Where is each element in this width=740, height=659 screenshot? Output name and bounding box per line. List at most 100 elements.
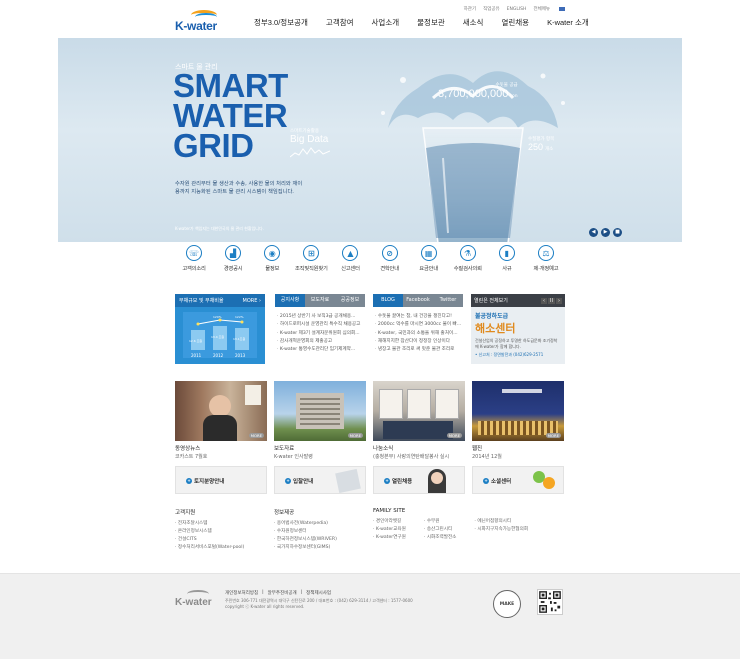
fair-subcontract-banner[interactable]: 열린은 전체보기 ‹ II › 불공정하도급 해소센터 건설산업의 공정하고 투…	[471, 294, 565, 364]
tab-twitter[interactable]: Twitter	[433, 294, 463, 307]
link-item[interactable]: 송산그린시티	[424, 526, 457, 534]
tab-press[interactable]: 보도자료	[305, 294, 335, 307]
quick-item-report-center[interactable]: ▲ 신고센터	[331, 244, 369, 276]
list-item[interactable]: 2000cc 먹수를 마시면 3000cc 물이 빠...	[375, 321, 461, 329]
utility-link[interactable]: 하관기	[464, 6, 476, 12]
list-item[interactable]: K-water 제3기 설계자문위원회 심의회...	[277, 330, 363, 338]
quick-item-org-search[interactable]: ⊞ 조직및직원찾기	[292, 244, 330, 276]
hero-banner[interactable]: 스마트 물 관리 SMART WATER GRID 수자원 관리부터 물 생산과…	[58, 38, 682, 242]
nav-item-waterinfo[interactable]: 물정보관	[408, 17, 454, 28]
notice-tabs: 공지사항 보도자료 공공정보	[275, 294, 365, 307]
certification-seal[interactable]: MAKE	[493, 590, 521, 618]
more-button[interactable]: MORE	[248, 433, 264, 438]
privacy-link[interactable]: 개인정보처리방침	[225, 590, 258, 596]
tab-notice[interactable]: 공지사항	[275, 294, 305, 307]
list-item[interactable]: 감사개혁운영회의 제출공고	[277, 338, 363, 346]
link-item[interactable]: 한국하천정보시스템(WRIVER)	[274, 536, 337, 544]
list-item[interactable]: 하이드로퍼시설 운영관리 특수직 채용공고	[277, 321, 363, 329]
bid-info-banner[interactable]: + 입찰안내	[274, 466, 366, 494]
banner-label: + 소셜센터	[483, 477, 511, 485]
prev-slide-button[interactable]: ◀	[589, 228, 598, 237]
list-item[interactable]: 재해지지한 잠산다이 정정장 인상이다	[375, 338, 461, 346]
quick-item-tour[interactable]: ⊘ 견학안내	[371, 244, 409, 276]
link-item[interactable]: K-water연구원	[373, 534, 406, 542]
link-item[interactable]: 전자조달시스템	[175, 520, 244, 528]
hero-footnote: K-water가 책임지는 대한민국의 물 관리 현황입니다.	[175, 226, 264, 231]
link-item[interactable]: 수자원정보센터	[274, 528, 337, 536]
utility-link[interactable]: 전체메뉴	[533, 6, 550, 12]
photo-card-webzine[interactable]: MORE 웹진 2014년 12월	[472, 381, 564, 460]
banner-row: + 토지분양안내 + 입찰안내 + 열린채용 + 소셜센터	[175, 466, 565, 494]
list-item[interactable]: 2015년 상반기 사 보직3급 공개채용...	[277, 313, 363, 321]
utility-link[interactable]: 직업공유	[483, 6, 500, 12]
debt-more-link[interactable]: MORE ›	[243, 298, 261, 304]
banner-pause-button[interactable]: II	[548, 297, 555, 304]
banner-next-button[interactable]: ›	[556, 297, 562, 304]
quick-item-customer-voice[interactable]: ☏ 고객의소리	[175, 244, 213, 276]
kwater-logo[interactable]: K-water	[175, 10, 235, 33]
social-center-banner[interactable]: + 소셜센터	[472, 466, 564, 494]
banner-header-title[interactable]: 열린은 전체보기	[474, 297, 508, 304]
nav-item-recruit[interactable]: 열린채용	[492, 17, 538, 28]
link-item[interactable]: 에닌어점향의시티	[474, 518, 528, 526]
link-item[interactable]: 경인아라뱃길	[373, 518, 406, 526]
quick-item-fees[interactable]: ▦ 요금안내	[410, 244, 448, 276]
qr-code-icon[interactable]	[537, 589, 563, 615]
bar-label: 13.1조원	[233, 336, 245, 341]
copyright-text: copyright ⓒ K-water all rights reserved.	[225, 604, 305, 609]
link-item[interactable]: 수무원	[424, 518, 457, 526]
separator: |	[300, 590, 303, 595]
link-item[interactable]: 건설CITS	[175, 536, 244, 544]
quick-item-management[interactable]: ▟ 경영공시	[214, 244, 252, 276]
list-item[interactable]: K-water, 국민과의 소통을 위해 출처이...	[375, 330, 461, 338]
land-sale-banner[interactable]: + 토지분양안내	[175, 466, 267, 494]
list-item[interactable]: K-water 통영수도관리단 임기제계약...	[277, 346, 363, 354]
banner-prev-button[interactable]: ‹	[541, 297, 548, 304]
flag-icon[interactable]	[559, 7, 565, 11]
stop-slide-button[interactable]: ■	[613, 228, 622, 237]
family-col: 에닌어점향의시티 시화지구지속가능한협의회	[474, 518, 528, 542]
footer-logo[interactable]: K-water	[175, 590, 225, 610]
tab-blog[interactable]: BLOG	[373, 294, 403, 307]
quick-item-revision-notice[interactable]: ⚖ 제·개정예고	[527, 244, 565, 276]
photo-category: 나눔소식	[373, 446, 394, 452]
debt-panel[interactable]: 부채규모 및 부채비율 MORE › 2011 2012 2013 12.6 조…	[175, 294, 265, 364]
open-recruit-banner[interactable]: + 열린채용	[373, 466, 465, 494]
link-item[interactable]: 온라인정보시스템	[175, 528, 244, 536]
more-button[interactable]: MORE	[446, 433, 462, 438]
photo-title: (충청본부) 사랑의연탄배달봉사 실시	[373, 454, 450, 460]
plus-icon: +	[186, 478, 192, 484]
photo-card-press[interactable]: MORE 보도자료 K-water 인사발령	[274, 381, 366, 460]
link-item[interactable]: 시화조력발전소	[424, 534, 457, 542]
nav-item-news[interactable]: 새소식	[454, 17, 493, 28]
more-button[interactable]: MORE	[347, 433, 363, 438]
expense-link[interactable]: 알무추진비공개	[268, 590, 297, 596]
nav-item-business[interactable]: 사업소개	[363, 17, 409, 28]
nav-item-customer[interactable]: 고객참여	[317, 17, 363, 28]
list-item[interactable]: 수돗물 끓여는 참, 내 건강을 챙진다고!	[375, 313, 461, 321]
list-item[interactable]: 냉장고 물관 조리로 써 맛준 물관 조리로	[375, 346, 461, 354]
utility-link[interactable]: ENGLISH	[507, 7, 527, 12]
link-item[interactable]: 정수처리서비스포털(Water-pool)	[175, 544, 244, 552]
photo-card-video[interactable]: MORE 동영상뉴스 코카스트 7월호	[175, 381, 267, 460]
nav-item-about[interactable]: K-water 소개	[538, 17, 598, 28]
quick-item-water-test[interactable]: ⚗ 수질검사의뢰	[449, 244, 487, 276]
link-item[interactable]: 용어법사전(Waterpedia)	[274, 520, 337, 528]
next-slide-button[interactable]: ▶	[601, 228, 610, 237]
link-item[interactable]: 시화지구지속가능한협의회	[474, 526, 528, 534]
tab-facebook[interactable]: Facebook	[403, 294, 433, 307]
photo-category: 동영상뉴스	[175, 446, 201, 452]
tab-public-info[interactable]: 공공정보	[335, 294, 365, 307]
separator: |	[262, 590, 264, 595]
quick-item-water-info[interactable]: ◉ 물정보	[253, 244, 291, 276]
policy-link[interactable]: 정책제시사업	[306, 590, 331, 596]
link-item[interactable]: 국가지하수정보센터(GIMS)	[274, 544, 337, 552]
photo-card-sharing[interactable]: MORE 나눔소식 (충청본부) 사랑의연탄배달봉사 실시	[373, 381, 465, 460]
nav-item-gov30[interactable]: 정부3.0/정보공개	[245, 17, 317, 28]
webzine-cover-image: MORE	[472, 381, 564, 441]
notice-panel: 공지사항 보도자료 공공정보 2015년 상반기 사 보직3급 공개채용... …	[275, 294, 365, 364]
more-button[interactable]: MORE	[545, 433, 561, 438]
stat-value: 3,700,000,000	[438, 88, 509, 100]
quick-item-regulations[interactable]: ▮ 사규	[488, 244, 526, 276]
link-item[interactable]: K-water교육원	[373, 526, 406, 534]
